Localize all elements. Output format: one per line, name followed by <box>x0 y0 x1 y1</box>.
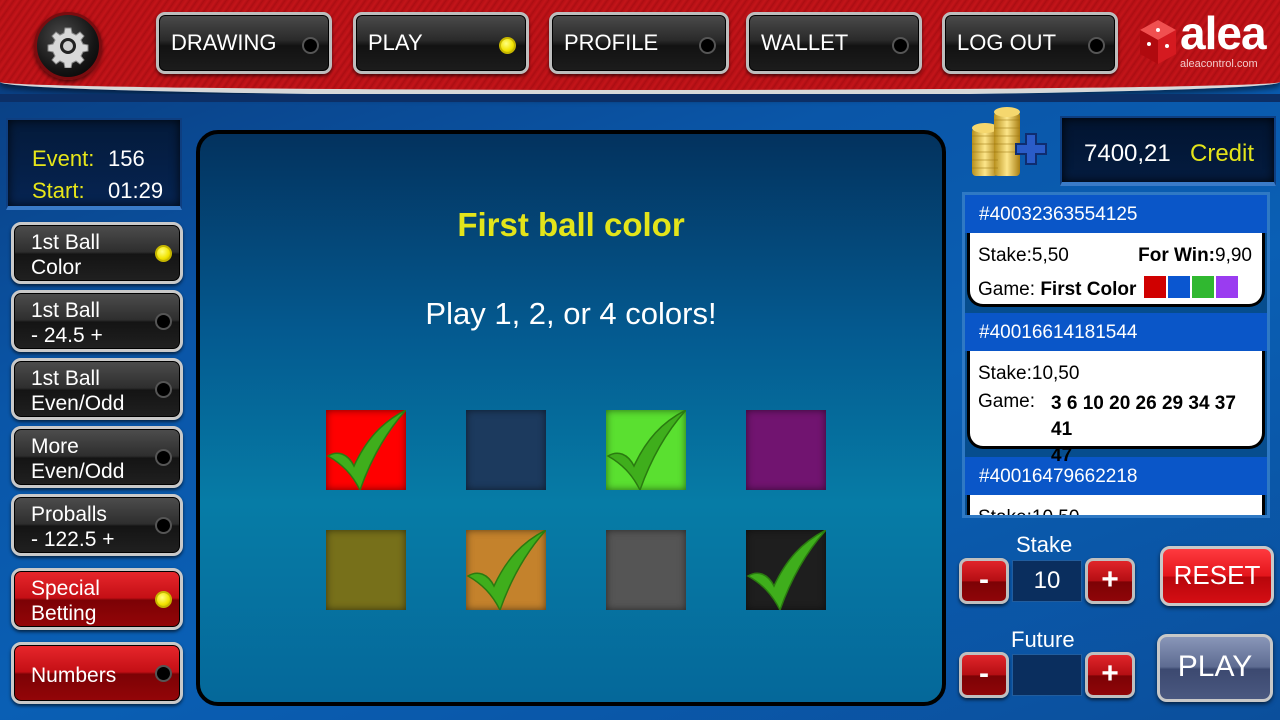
color-swatch-blue[interactable] <box>466 410 546 490</box>
nav-logout-button[interactable]: LOG OUT <box>942 12 1118 74</box>
status-led-on-icon <box>499 37 516 54</box>
ticket-color-list <box>1142 276 1238 304</box>
ticket-color-square <box>1167 276 1190 298</box>
game-name: First Color <box>1040 279 1137 300</box>
settings-button[interactable] <box>34 12 102 80</box>
add-credit-button[interactable] <box>966 104 1050 184</box>
status-led-off-icon <box>302 37 319 54</box>
event-label: Event: <box>32 146 95 171</box>
game-label: Game: <box>978 391 1036 412</box>
ticket-color-square <box>1215 276 1238 298</box>
status-led-off-icon <box>892 37 909 54</box>
future-input[interactable] <box>1012 654 1082 696</box>
gear-icon <box>47 27 89 68</box>
sidebar-item-1st-ball-color[interactable]: 1st Ball Color <box>11 222 183 284</box>
status-led-off-icon <box>155 665 172 682</box>
logo-url: aleacontrol.com <box>1180 58 1258 70</box>
game-title: First ball color <box>457 206 685 243</box>
ticket-item[interactable]: #40032363554125 Stake:5,50 For Win:9,90 … <box>965 195 1267 307</box>
dice-icon <box>1140 20 1176 64</box>
stake-label: Stake <box>1016 532 1073 557</box>
sidebar-item-proballs[interactable]: Proballs - 122.5 + <box>11 494 183 556</box>
future-label: Future <box>1011 627 1075 652</box>
color-swatch-orange[interactable] <box>466 530 546 610</box>
stake-value: 10,50 <box>1031 363 1080 384</box>
event-value: 156 <box>108 146 145 171</box>
status-led-off-icon <box>155 381 172 398</box>
stake-label: Stake: <box>978 363 1032 384</box>
status-led-off-icon <box>1088 37 1105 54</box>
status-led-off-icon <box>155 313 172 330</box>
future-increase-button[interactable]: + <box>1085 652 1135 698</box>
sidebar-item-1st-ball-even-odd[interactable]: 1st Ball Even/Odd <box>11 358 183 420</box>
logo-wordmark: alea <box>1180 7 1267 59</box>
ticket-item[interactable]: #40016614181544 Stake: 10,50 Game: 3 6 10… <box>965 313 1267 466</box>
ticket-color-square <box>1191 276 1214 298</box>
stake-label: Stake: <box>978 245 1032 266</box>
stake-label: Stake: <box>978 507 1032 518</box>
game-label: Game: <box>978 279 1036 300</box>
nav-wallet-button[interactable]: WALLET <box>746 12 922 74</box>
color-swatch-gray[interactable] <box>606 530 686 610</box>
for-win-label: For Win: <box>1138 245 1216 266</box>
ticket-color-square <box>1143 276 1166 298</box>
nav-play-button[interactable]: PLAY <box>353 12 529 74</box>
nav-label: PROFILE <box>564 30 659 55</box>
checkmark-icon <box>466 530 546 610</box>
game-panel: First ball color Play 1, 2, or 4 colors! <box>196 130 946 706</box>
credit-label: Credit <box>1190 140 1255 167</box>
for-win-value: 9,90 <box>1215 245 1252 266</box>
status-led-off-icon <box>155 449 172 466</box>
stake-decrease-button[interactable]: - <box>959 558 1009 604</box>
top-bar: DRAWING PLAY PROFILE WALLET LOG OUT alea… <box>0 0 1280 102</box>
sidebar-item-numbers[interactable]: Numbers <box>11 642 183 704</box>
future-decrease-button[interactable]: - <box>959 652 1009 698</box>
ticket-numbers: 3 6 10 20 26 29 34 37 41 <box>1051 393 1236 440</box>
checkmark-icon <box>326 410 406 490</box>
start-time: 01:29 <box>108 178 164 203</box>
credit-amount: 7400,21 <box>1084 140 1171 167</box>
status-led-off-icon <box>155 517 172 534</box>
checkmark-icon <box>606 410 686 490</box>
credit-display: 7400,21 Credit <box>1060 116 1276 186</box>
reset-button[interactable]: RESET <box>1160 546 1274 606</box>
nav-drawing-button[interactable]: DRAWING <box>156 12 332 74</box>
status-led-on-icon <box>155 245 172 262</box>
game-subtitle: Play 1, 2, or 4 colors! <box>425 296 717 331</box>
color-swatch-purple[interactable] <box>746 410 826 490</box>
ticket-list[interactable]: #40032363554125 Stake:5,50 For Win:9,90 … <box>962 192 1270 518</box>
ticket-id: #40016614181544 <box>965 313 1267 351</box>
stake-value: 5,50 <box>1031 245 1069 266</box>
checkmark-icon <box>746 530 826 610</box>
ticket-numbers-cont: 47 <box>1051 445 1073 466</box>
status-led-off-icon <box>699 37 716 54</box>
event-info-panel: Event: 156 Start: 01:29 <box>6 118 182 210</box>
stake-input[interactable]: 10 <box>1012 560 1082 602</box>
stake-value: 10,50 <box>1031 507 1080 518</box>
sidebar-item-1st-ball-over-under[interactable]: 1st Ball - 24.5 + <box>11 290 183 352</box>
nav-label: PLAY <box>368 30 423 55</box>
nav-label: WALLET <box>761 30 849 55</box>
start-label: Start: <box>32 178 85 203</box>
stake-increase-button[interactable]: + <box>1085 558 1135 604</box>
nav-label: DRAWING <box>171 30 277 55</box>
brand-logo: alea aleacontrol.com <box>1132 7 1272 76</box>
color-swatch-green[interactable] <box>606 410 686 490</box>
nav-label: LOG OUT <box>957 30 1057 55</box>
color-swatch-black[interactable] <box>746 530 826 610</box>
color-swatch-red[interactable] <box>326 410 406 490</box>
coins-plus-icon <box>972 107 1047 176</box>
play-button[interactable]: PLAY <box>1157 634 1273 702</box>
nav-profile-button[interactable]: PROFILE <box>549 12 729 74</box>
status-led-on-icon <box>155 591 172 608</box>
color-swatch-yellow[interactable] <box>326 530 406 610</box>
sidebar-item-more-even-odd[interactable]: More Even/Odd <box>11 426 183 488</box>
ticket-id: #40032363554125 <box>965 195 1267 233</box>
sidebar-item-special-betting[interactable]: Special Betting <box>11 568 183 630</box>
